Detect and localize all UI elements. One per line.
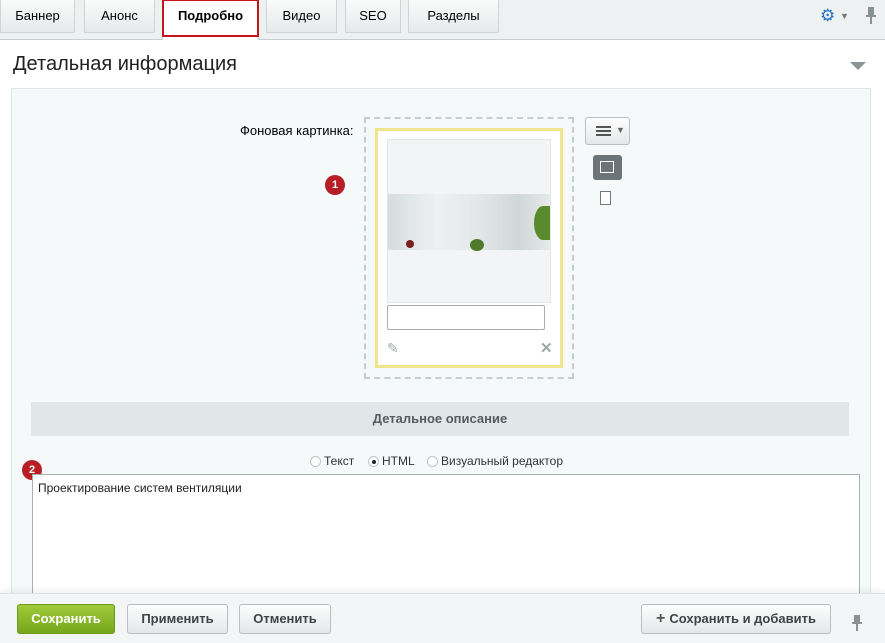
flower-shape xyxy=(406,240,414,248)
tab-video[interactable]: Видео xyxy=(266,0,337,33)
chevron-down-icon: ▼ xyxy=(840,11,849,21)
plant-shape xyxy=(470,239,484,251)
radio-circle xyxy=(427,456,438,467)
radio-html[interactable]: HTML xyxy=(368,454,415,468)
image-mode-button[interactable] xyxy=(593,155,622,180)
cancel-button[interactable]: Отменить xyxy=(239,604,331,634)
tab-seo[interactable]: SEO xyxy=(345,0,401,33)
image-thumbnail[interactable] xyxy=(387,139,551,303)
save-and-add-button[interactable]: + Сохранить и добавить xyxy=(641,604,831,634)
image-menu-button[interactable]: ▼ xyxy=(585,117,630,145)
radio-visual-editor-label: Визуальный редактор xyxy=(441,454,564,468)
plus-icon: + xyxy=(656,610,666,627)
image-icon xyxy=(600,161,614,173)
plant-shape xyxy=(534,206,550,240)
detail-description-header: Детальное описание xyxy=(31,402,849,436)
hamburger-icon xyxy=(596,126,611,136)
tab-announce[interactable]: Анонс xyxy=(84,0,155,33)
tab-sections[interactable]: Разделы xyxy=(408,0,499,33)
detail-text-editor[interactable]: Проектирование систем вентиляции xyxy=(32,474,860,599)
tab-details-label: Подробно xyxy=(177,8,244,23)
collapse-toggle-icon[interactable] xyxy=(850,62,866,70)
radio-visual-editor[interactable]: Визуальный редактор xyxy=(427,454,563,468)
tab-details[interactable]: Подробно xyxy=(162,0,259,40)
pin-icon[interactable] xyxy=(851,614,863,632)
radio-html-label: HTML xyxy=(382,454,415,468)
radio-text-label: Текст xyxy=(324,454,355,468)
save-and-add-label: Сохранить и добавить xyxy=(669,611,816,626)
background-image-label: Фоновая картинка: xyxy=(240,123,354,138)
apply-button[interactable]: Применить xyxy=(127,604,228,634)
image-description-input[interactable] xyxy=(387,305,545,330)
delete-icon[interactable]: ✕ xyxy=(540,339,553,357)
section-title: Детальная информация xyxy=(13,53,237,75)
radio-circle xyxy=(310,456,321,467)
pin-icon[interactable] xyxy=(864,6,878,26)
file-icon[interactable] xyxy=(600,191,611,205)
radio-circle-selected xyxy=(368,456,379,467)
settings-gear-icon[interactable]: ⚙ ▼ xyxy=(820,6,849,26)
tab-banner[interactable]: Баннер xyxy=(0,0,75,33)
radio-text[interactable]: Текст xyxy=(310,454,354,468)
save-button[interactable]: Сохранить xyxy=(17,604,115,634)
edit-pencil-icon[interactable]: ✎ xyxy=(387,340,399,357)
callout-badge-1: 1 xyxy=(325,175,345,195)
chevron-down-icon: ▼ xyxy=(616,125,625,135)
